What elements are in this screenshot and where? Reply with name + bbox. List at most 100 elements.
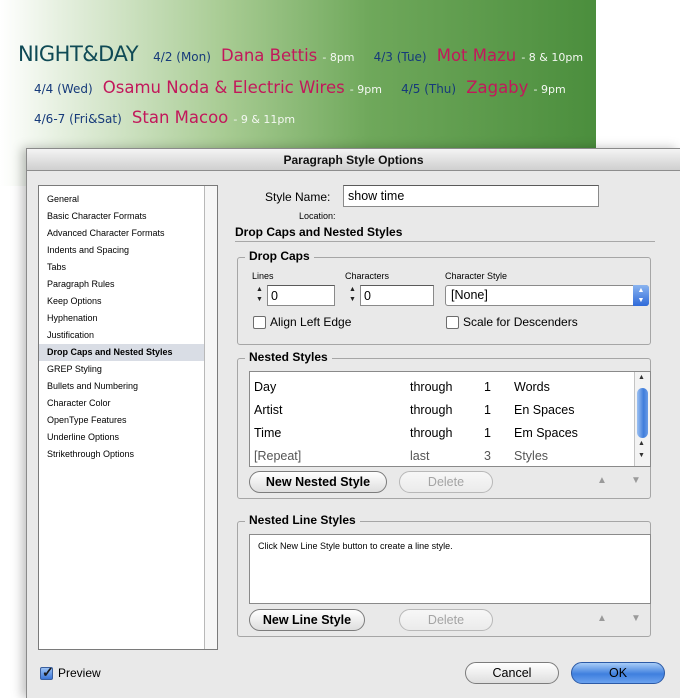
category-item[interactable]: Hyphenation [39, 310, 217, 327]
event-date: 4/5 (Thu) [401, 82, 457, 96]
checkmark-icon: ✓ [42, 664, 54, 680]
scroll-up-icon[interactable]: ▲ [638, 440, 645, 447]
nested-styles-scrollbar[interactable]: ▲ ▲ ▼ [634, 372, 650, 466]
nested-style-mode: through [410, 426, 453, 440]
nested-style-unit: En Spaces [514, 403, 575, 417]
event-date: 4/3 (Tue) [373, 50, 427, 64]
nested-style-row[interactable]: Time through 1 Em Spaces [250, 422, 636, 445]
event-time: - 9 & 11pm [233, 113, 296, 126]
move-up-icon[interactable]: ▲ [597, 475, 607, 486]
banner-line-2: 4/4 (Wed) Osamu Noda & Electric Wires - … [34, 78, 580, 97]
category-item[interactable]: Underline Options [39, 429, 217, 446]
scroll-up-icon[interactable]: ▲ [638, 374, 645, 381]
move-down-icon[interactable]: ▼ [631, 475, 641, 486]
category-item[interactable]: Drop Caps and Nested Styles [39, 344, 217, 361]
character-style-value: [None] [451, 288, 488, 302]
event-time: - 8 & 10pm [521, 51, 584, 64]
scroll-thumb[interactable] [637, 388, 648, 438]
category-list-scrollbar[interactable] [204, 186, 217, 649]
category-item[interactable]: Strikethrough Options [39, 446, 217, 463]
section-title: Drop Caps and Nested Styles [235, 225, 403, 239]
category-item[interactable]: Tabs [39, 259, 217, 276]
nested-style-unit: Styles [514, 449, 549, 463]
character-style-popup[interactable]: [None] ▲ ▼ [445, 285, 649, 306]
align-left-edge-label: Align Left Edge [270, 315, 352, 329]
nested-style-count: 1 [484, 380, 491, 394]
nested-style-count: 1 [484, 426, 491, 440]
nested-style-unit: Em Spaces [514, 426, 578, 440]
event-date: 4/4 (Wed) [34, 82, 93, 96]
nested-style-count: 1 [484, 403, 491, 417]
lines-stepper[interactable]: ▲ ▼ [254, 285, 265, 306]
location-label: Location: [299, 211, 336, 221]
event-artist: Dana Bettis [221, 46, 318, 65]
banner-line-3: 4/6-7 (Fri&Sat) Stan Macoo - 9 & 11pm [34, 108, 309, 127]
nested-style-count: 3 [484, 449, 491, 463]
nested-style-style: Time [254, 426, 282, 440]
nested-style-mode: through [410, 403, 453, 417]
nested-styles-group-label: Nested Styles [245, 350, 332, 364]
lines-input[interactable]: 0 [267, 285, 335, 306]
banner-line-1: NIGHT&DAY 4/2 (Mon) Dana Bettis - 8pm 4/… [18, 42, 597, 66]
venue-logo: NIGHT&DAY [18, 42, 139, 66]
nested-style-unit: Words [514, 380, 550, 394]
delete-nested-style-button[interactable]: Delete [399, 471, 493, 493]
event-artist: Zagaby [466, 78, 529, 97]
category-item[interactable]: General [39, 191, 217, 208]
nested-style-mode: through [410, 380, 453, 394]
category-item[interactable]: Character Color [39, 395, 217, 412]
ok-button[interactable]: OK [571, 662, 665, 684]
category-item[interactable]: Advanced Character Formats [39, 225, 217, 242]
new-line-style-button[interactable]: New Line Style [249, 609, 365, 631]
nested-line-styles-hint: Click New Line Style button to create a … [258, 541, 453, 551]
category-item[interactable]: Bullets and Numbering [39, 378, 217, 395]
nested-line-styles-list[interactable]: Click New Line Style button to create a … [249, 534, 651, 604]
category-list[interactable]: General Basic Character Formats Advanced C… [38, 185, 218, 650]
preview-checkbox[interactable]: ✓ [40, 664, 54, 680]
scale-descenders-checkbox[interactable] [446, 316, 459, 329]
event-date: 4/6-7 (Fri&Sat) [34, 112, 122, 126]
category-item[interactable]: Indents and Spacing [39, 242, 217, 259]
delete-line-style-button[interactable]: Delete [399, 609, 493, 631]
category-item[interactable]: Keep Options [39, 293, 217, 310]
event-time: - 9pm [349, 83, 382, 96]
characters-stepper[interactable]: ▲ ▼ [347, 285, 358, 306]
characters-label: Characters [345, 271, 390, 281]
character-style-label: Character Style [445, 271, 508, 281]
scroll-down-icon[interactable]: ▼ [638, 452, 645, 459]
align-left-edge-checkbox[interactable] [253, 316, 266, 329]
lines-label: Lines [252, 271, 274, 281]
nested-style-mode: last [410, 449, 430, 463]
category-item[interactable]: OpenType Features [39, 412, 217, 429]
nested-style-row[interactable]: [Repeat] last 3 Styles [250, 445, 636, 468]
event-time: - 8pm [322, 51, 355, 64]
drop-caps-group-label: Drop Caps [245, 249, 314, 263]
event-artist: Stan Macoo [131, 108, 229, 127]
cancel-button[interactable]: Cancel [465, 662, 559, 684]
event-artist: Osamu Noda & Electric Wires [102, 78, 345, 97]
category-item[interactable]: GREP Styling [39, 361, 217, 378]
category-item[interactable]: Paragraph Rules [39, 276, 217, 293]
popup-arrows-icon: ▲ ▼ [633, 285, 649, 306]
move-up-icon[interactable]: ▲ [597, 613, 607, 624]
category-item[interactable]: Basic Character Formats [39, 208, 217, 225]
nested-style-row[interactable]: Artist through 1 En Spaces [250, 399, 636, 422]
category-item[interactable]: Justification [39, 327, 217, 344]
characters-input[interactable]: 0 [360, 285, 434, 306]
event-date: 4/2 (Mon) [153, 50, 211, 64]
style-name-input[interactable]: show time [343, 185, 599, 207]
style-name-label: Style Name: [265, 190, 331, 204]
nested-style-row[interactable]: Day through 1 Words [250, 376, 636, 399]
nested-style-style: Artist [254, 403, 283, 417]
nested-style-style: [Repeat] [254, 449, 302, 463]
event-time: - 9pm [533, 83, 566, 96]
event-artist: Mot Mazu [436, 46, 517, 65]
nested-styles-list[interactable]: Day through 1 Words Artist through 1 En Spaces T… [249, 371, 651, 467]
new-nested-style-button[interactable]: New Nested Style [249, 471, 387, 493]
nested-style-style: Day [254, 380, 277, 394]
scale-descenders-label: Scale for Descenders [463, 315, 578, 329]
section-divider [235, 241, 655, 242]
move-down-icon[interactable]: ▼ [631, 613, 641, 624]
preview-label: Preview [58, 666, 101, 680]
nested-line-styles-group-label: Nested Line Styles [245, 513, 360, 527]
